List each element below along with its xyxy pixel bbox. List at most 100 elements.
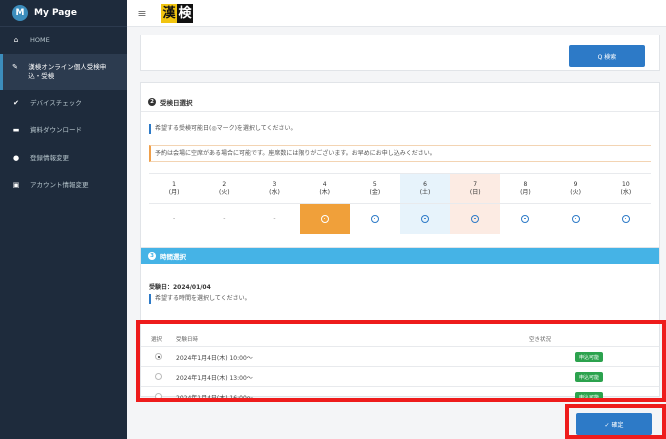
step-number-badge: 3 <box>148 252 156 260</box>
time-rows: 2024年1月4日(木) 10:00～ 申込可能 2024年1月4日(木) 13:0… <box>141 346 659 406</box>
time-slot-label: 2024年1月4日(木) 16:00～ <box>176 395 253 402</box>
calendar-day-available[interactable] <box>500 203 551 234</box>
day-of-week: (月) <box>168 188 180 196</box>
available-circle-icon <box>621 214 630 223</box>
day-number: 3 <box>272 180 277 188</box>
brand-title: My Page <box>34 8 77 18</box>
calendar-day-header: 7 (日) <box>450 173 501 204</box>
sidebar-item-5[interactable]: ▣ アカウント情報変更 <box>0 172 127 199</box>
calendar-day-header: 2 (火) <box>199 173 250 204</box>
calendar-day-available[interactable] <box>600 203 651 234</box>
available-circle-icon <box>521 214 530 223</box>
search-button[interactable]: Q 検索 <box>569 45 645 67</box>
day-of-week: (火) <box>218 188 230 196</box>
day-of-week: (水) <box>620 188 632 196</box>
menu-toggle-icon[interactable]: ≡ <box>131 7 153 20</box>
step-number-badge: 2 <box>148 98 156 106</box>
day-number: 8 <box>523 180 528 188</box>
day-of-week: (水) <box>269 188 280 196</box>
sidebar-item-label: デバイスチェック <box>30 98 82 107</box>
exam-date: 受験日：2024/01/04 <box>149 284 211 291</box>
time-slot-radio[interactable] <box>155 373 162 380</box>
calendar-day-available[interactable] <box>349 203 400 234</box>
available-circle-icon <box>320 214 329 223</box>
day-number: 9 <box>573 180 578 188</box>
sidebar-item-2[interactable]: ✔ デバイスチェック <box>0 90 127 117</box>
day-number: 5 <box>372 180 377 188</box>
day-of-week: (土) <box>419 188 431 196</box>
available-circle-icon <box>370 214 379 223</box>
sidebar-item-0[interactable]: ⌂ HOME <box>0 27 127 54</box>
sidebar-item-label: 資料ダウンロード <box>30 126 82 135</box>
availability-badge: 申込可能 <box>575 352 604 362</box>
time-section-header: 3 時間選択 <box>141 248 659 264</box>
date-calendar: 1 (月) 2 (火) 3 (水) 4 (木) 5 (金) 6 (土) 7 (日) 8 (月) 9 (火) 10 (水… <box>149 173 651 234</box>
sidebar-item-label: アカウント情報変更 <box>30 181 89 190</box>
page: M My Page ⌂ HOME ✎ 漢検オンライン個人受検申込・受検 ✔ デバイスチェッ… <box>0 0 666 439</box>
calendar-day-header: 6 (土) <box>399 173 451 204</box>
calendar-header-row: 1 (月) 2 (火) 3 (水) 4 (木) 5 (金) 6 (土) 7 (日) 8 (月) 9 (火) 10 (水… <box>149 173 651 204</box>
time-slot-label: 2024年1月4日(木) 13:00～ <box>176 375 253 382</box>
sidebar-item-1[interactable]: ✎ 漢検オンライン個人受検申込・受検 <box>0 54 127 90</box>
column-select: 選択 <box>151 337 163 343</box>
calendar-day-header: 4 (木) <box>299 173 350 204</box>
day-of-week: (金) <box>369 188 381 196</box>
time-slot-row[interactable]: 2024年1月4日(木) 10:00～ 申込可能 <box>141 346 659 366</box>
calendar-day-available[interactable] <box>450 203 501 234</box>
lock-icon: ▣ <box>12 181 20 190</box>
main-content: Q 検索 2 受検日選択 希望する受検可能日(◎マーク)を選択してください。 予… <box>140 27 666 439</box>
calendar-day-header: 5 (金) <box>349 173 400 204</box>
calendar-day-unavailable: - <box>149 203 200 234</box>
home-icon: ⌂ <box>13 36 19 44</box>
sidebar-item-label: 漢検オンライン個人受検申込・受検 <box>28 63 107 81</box>
calendar-day-header: 1 (月) <box>149 173 200 204</box>
available-circle-icon <box>571 214 580 223</box>
confirm-button[interactable]: ✓ 確定 <box>576 413 652 435</box>
time-instruction: 希望する時間を選択してください。 <box>149 294 251 304</box>
availability-warning: 予約は会場に空席がある場合に可能です。座席数には限りがございます。お早めにお申し… <box>149 145 651 162</box>
day-number: 1 <box>172 180 176 188</box>
day-of-week: (木) <box>319 188 330 196</box>
sidebar-item-label: 登録情報変更 <box>30 153 69 162</box>
calendar-day-unavailable: - <box>249 203 300 234</box>
calendar-day-available[interactable] <box>550 203 601 234</box>
folder-icon: ▬ <box>12 126 20 135</box>
availability-badge: 申込可能 <box>575 392 604 402</box>
calendar-day-header: 9 (火) <box>550 173 601 204</box>
calendar-day-available[interactable] <box>399 203 451 234</box>
time-section-title: 時間選択 <box>160 253 186 261</box>
divider <box>141 111 659 112</box>
day-number: 7 <box>473 180 478 188</box>
time-slot-row[interactable]: 2024年1月4日(木) 16:00～ 申込可能 <box>141 386 659 406</box>
time-slot-radio[interactable] <box>155 353 162 360</box>
date-selection-panel: 2 受検日選択 希望する受検可能日(◎マーク)を選択してください。 予約は会場に… <box>140 82 660 258</box>
logo-char-1: 漢 <box>161 3 177 23</box>
day-number: 4 <box>322 180 327 188</box>
calendar-day-unavailable: - <box>199 203 250 234</box>
date-section-title: 2 受検日選択 <box>148 97 193 107</box>
day-number: 6 <box>423 180 427 188</box>
sidebar-nav: ⌂ HOME ✎ 漢検オンライン個人受検申込・受検 ✔ デバイスチェック ▬ 資料ダウンロード… <box>0 27 127 200</box>
date-section-title-text: 受検日選択 <box>160 99 193 107</box>
top-header: ≡ 漢 検 <box>127 0 666 27</box>
time-slot-radio[interactable] <box>155 393 162 400</box>
calendar-day-header: 10 (水) <box>600 173 651 204</box>
calendar-day-available[interactable] <box>299 203 350 234</box>
sidebar-item-3[interactable]: ▬ 資料ダウンロード <box>0 117 127 144</box>
sidebar-item-label: HOME <box>30 36 50 44</box>
day-number: 10 <box>622 180 630 188</box>
day-number: 2 <box>222 180 227 188</box>
time-slot-table: 選択 受験日時 空き状況 2024年1月4日(木) 10:00～ 申込可能 2024… <box>141 332 659 406</box>
calendar-day-header: 3 (水) <box>249 173 300 204</box>
day-of-week: (月) <box>520 188 531 196</box>
column-datetime: 受験日時 <box>176 337 199 343</box>
sidebar-item-4[interactable]: ● 登録情報変更 <box>0 145 127 172</box>
available-circle-icon <box>421 214 430 223</box>
sidebar: M My Page ⌂ HOME ✎ 漢検オンライン個人受検申込・受検 ✔ デバイスチェッ… <box>0 0 127 439</box>
column-availability: 空き状況 <box>529 337 552 343</box>
logo-char-2: 検 <box>177 3 193 23</box>
time-slot-row[interactable]: 2024年1月4日(木) 13:00～ 申込可能 <box>141 366 659 386</box>
brand[interactable]: M My Page <box>0 0 127 27</box>
day-of-week: (火) <box>570 188 581 196</box>
user-icon: ● <box>12 153 20 162</box>
